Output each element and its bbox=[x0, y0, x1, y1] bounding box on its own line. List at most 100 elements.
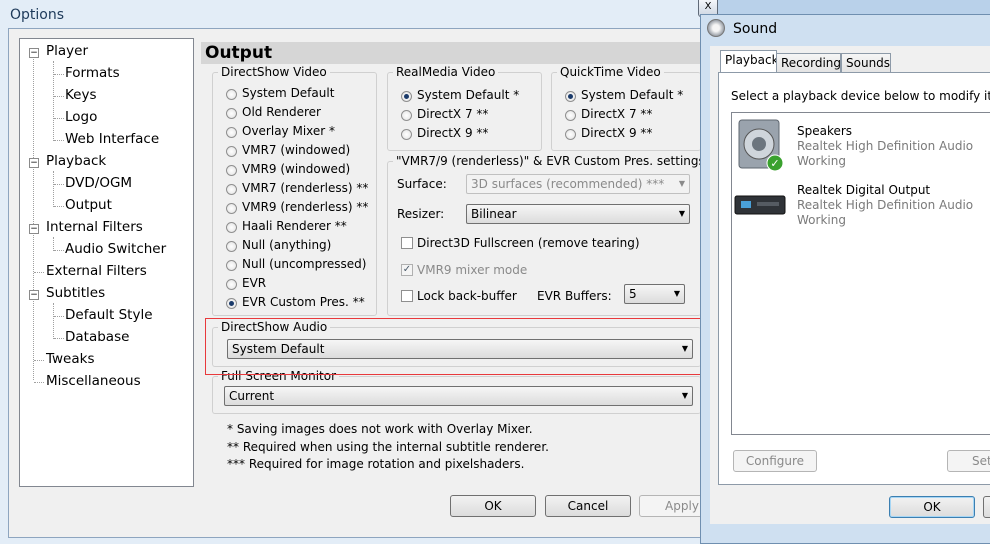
tree-item-output[interactable]: Output bbox=[65, 197, 112, 213]
directshow-video-radio[interactable] bbox=[226, 298, 237, 309]
note-subtitle-renderer: ** Required when using the internal subt… bbox=[227, 440, 549, 454]
vmr-settings-caption: "VMR7/9 (renderless)" & EVR Custom Pres.… bbox=[393, 154, 708, 168]
highlight-rectangle bbox=[205, 318, 718, 375]
note-pixelshaders: *** Required for image rotation and pixe… bbox=[227, 457, 525, 471]
expander-playback-icon[interactable]: − bbox=[29, 158, 39, 168]
directshow-video-option-label[interactable]: System Default bbox=[242, 86, 334, 100]
directshow-video-radio[interactable] bbox=[226, 108, 237, 119]
resizer-value: Bilinear bbox=[471, 207, 517, 221]
list-item[interactable]: ✓ bbox=[737, 118, 787, 174]
directshow-video-radio[interactable] bbox=[226, 203, 237, 214]
directshow-video-option-label[interactable]: Null (anything) bbox=[242, 238, 331, 252]
digital-output-icon bbox=[734, 195, 786, 215]
directshow-video-option-label[interactable]: Overlay Mixer * bbox=[242, 124, 335, 138]
expander-player-icon[interactable]: − bbox=[29, 48, 39, 58]
cancel-button[interactable]: Cancel bbox=[545, 495, 631, 517]
tree-item-playback[interactable]: Playback bbox=[46, 153, 106, 169]
resizer-select[interactable]: Bilinear ▼ bbox=[466, 204, 690, 224]
tree-item-player[interactable]: Player bbox=[46, 43, 88, 59]
directshow-video-option-label[interactable]: VMR9 (renderless) ** bbox=[242, 200, 368, 214]
directshow-video-option-label[interactable]: VMR9 (windowed) bbox=[242, 162, 350, 176]
resizer-label: Resizer: bbox=[397, 207, 445, 221]
tree-item-web-interface[interactable]: Web Interface bbox=[65, 131, 159, 147]
expander-subtitles-icon[interactable]: − bbox=[29, 290, 39, 300]
tree-item-audio-switcher[interactable]: Audio Switcher bbox=[65, 241, 166, 257]
directshow-video-radio[interactable] bbox=[226, 222, 237, 233]
realmedia-video-option-label[interactable]: System Default * bbox=[417, 88, 519, 102]
set-default-button[interactable]: Set bbox=[947, 450, 990, 472]
surface-value: 3D surfaces (recommended) *** bbox=[471, 177, 665, 191]
directshow-video-radio[interactable] bbox=[226, 89, 237, 100]
tree-item-subtitles[interactable]: Subtitles bbox=[46, 285, 105, 301]
quicktime-video-radio[interactable] bbox=[565, 129, 576, 140]
directshow-video-option-label[interactable]: Old Renderer bbox=[242, 105, 321, 119]
directshow-video-option-label[interactable]: EVR Custom Pres. ** bbox=[242, 295, 365, 309]
tree-item-internal-filters[interactable]: Internal Filters bbox=[46, 219, 143, 235]
list-item[interactable] bbox=[733, 190, 789, 220]
d3d-fullscreen-checkbox[interactable] bbox=[401, 237, 413, 249]
device-name-speakers: Speakers bbox=[797, 124, 853, 138]
directshow-video-radio[interactable] bbox=[226, 279, 237, 290]
speaker-icon: ✓ bbox=[738, 119, 784, 172]
configure-button[interactable]: Configure bbox=[733, 450, 817, 472]
fullscreen-monitor-value: Current bbox=[229, 389, 275, 403]
options-window-title: Options bbox=[10, 7, 65, 23]
tree-item-external-filters[interactable]: External Filters bbox=[46, 263, 147, 279]
realmedia-video-radio[interactable] bbox=[401, 129, 412, 140]
fullscreen-monitor-select[interactable]: Current ▼ bbox=[224, 386, 693, 406]
sound-ok-button[interactable]: OK bbox=[889, 496, 975, 518]
directshow-video-radio[interactable] bbox=[226, 146, 237, 157]
sound-window-title: Sound bbox=[733, 21, 778, 37]
tree-item-miscellaneous[interactable]: Miscellaneous bbox=[46, 373, 141, 389]
options-tree[interactable]: − Player Formats Keys Logo Web Interface… bbox=[19, 38, 194, 487]
default-device-badge: ✓ bbox=[770, 157, 779, 170]
device-status-digital-output: Working bbox=[797, 213, 846, 227]
ok-button[interactable]: OK bbox=[450, 495, 536, 517]
expander-internal-filters-icon[interactable]: − bbox=[29, 224, 39, 234]
evr-buffers-select[interactable]: 5 ▼ bbox=[624, 284, 685, 304]
quicktime-video-caption: QuickTime Video bbox=[557, 65, 664, 79]
realmedia-video-radio[interactable] bbox=[401, 110, 412, 121]
tree-item-logo[interactable]: Logo bbox=[65, 109, 97, 125]
quicktime-video-option-label[interactable]: DirectX 9 ** bbox=[581, 126, 652, 140]
directshow-video-caption: DirectShow Video bbox=[218, 65, 330, 79]
quicktime-video-radio[interactable] bbox=[565, 110, 576, 121]
realmedia-video-radio[interactable] bbox=[401, 91, 412, 102]
device-driver-speakers: Realtek High Definition Audio bbox=[797, 139, 974, 153]
directshow-video-option-label[interactable]: VMR7 (windowed) bbox=[242, 143, 350, 157]
playback-instruction: Select a playback device below to modify… bbox=[731, 89, 990, 103]
tab-recording[interactable]: Recording bbox=[776, 53, 841, 73]
directshow-video-radio[interactable] bbox=[226, 184, 237, 195]
directshow-video-radio[interactable] bbox=[226, 241, 237, 252]
page-title: Output bbox=[201, 42, 701, 64]
directshow-video-option-label[interactable]: Null (uncompressed) bbox=[242, 257, 366, 271]
sound-cancel-button-edge[interactable] bbox=[983, 496, 990, 518]
directshow-video-option-label[interactable]: EVR bbox=[242, 276, 266, 290]
surface-label: Surface: bbox=[397, 177, 447, 191]
tree-item-default-style[interactable]: Default Style bbox=[65, 307, 153, 323]
tab-playback[interactable]: Playback bbox=[720, 50, 779, 73]
chevron-down-icon: ▼ bbox=[678, 179, 685, 188]
directshow-video-radio[interactable] bbox=[226, 165, 237, 176]
tree-item-formats[interactable]: Formats bbox=[65, 65, 120, 81]
directshow-video-option-label[interactable]: Haali Renderer ** bbox=[242, 219, 347, 233]
realmedia-video-option-label[interactable]: DirectX 7 ** bbox=[417, 107, 488, 121]
realmedia-video-option-label[interactable]: DirectX 9 ** bbox=[417, 126, 488, 140]
directshow-video-radio[interactable] bbox=[226, 127, 237, 138]
quicktime-video-option-label[interactable]: DirectX 7 ** bbox=[581, 107, 652, 121]
chevron-down-icon: ▼ bbox=[673, 289, 680, 298]
tree-item-database[interactable]: Database bbox=[65, 329, 129, 345]
surface-select: 3D surfaces (recommended) *** ▼ bbox=[466, 174, 690, 194]
tree-item-dvd-ogm[interactable]: DVD/OGM bbox=[65, 175, 132, 191]
tree-item-keys[interactable]: Keys bbox=[65, 87, 97, 103]
quicktime-video-radio[interactable] bbox=[565, 91, 576, 102]
tab-sounds[interactable]: Sounds bbox=[841, 53, 891, 73]
directshow-video-option-label[interactable]: VMR7 (renderless) ** bbox=[242, 181, 368, 195]
tree-item-tweaks[interactable]: Tweaks bbox=[46, 351, 94, 367]
chevron-down-icon: ▼ bbox=[678, 209, 685, 218]
device-driver-digital-output: Realtek High Definition Audio bbox=[797, 198, 974, 212]
chevron-down-icon: ▼ bbox=[681, 391, 688, 400]
lock-backbuffer-checkbox[interactable] bbox=[401, 290, 413, 302]
directshow-video-radio[interactable] bbox=[226, 260, 237, 271]
quicktime-video-option-label[interactable]: System Default * bbox=[581, 88, 683, 102]
